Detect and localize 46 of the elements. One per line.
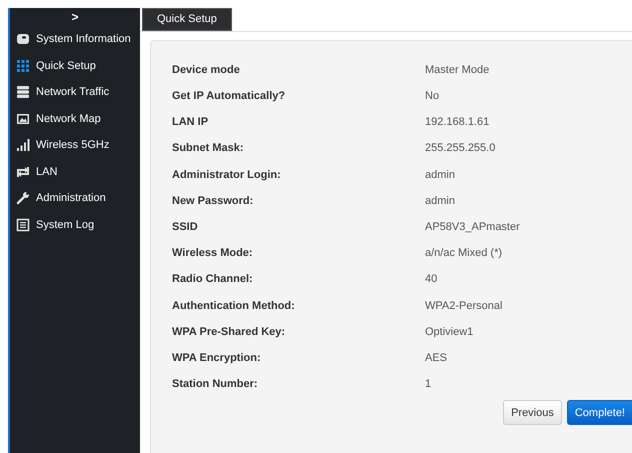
field-value: 255.255.255.0: [425, 141, 496, 156]
sidebar-item[interactable]: Wireless 5GHz: [10, 132, 140, 158]
sidebar-item[interactable]: Network Traffic: [10, 79, 140, 106]
server-icon: [16, 85, 30, 100]
field-label: WPA Encryption:: [172, 350, 262, 366]
sidebar-item[interactable]: Network Map: [10, 106, 140, 132]
sidebar-item[interactable]: Administration: [10, 185, 140, 212]
field-value: admin: [425, 194, 455, 209]
field-value: Optiview1: [425, 324, 474, 340]
previous-button[interactable]: Previous: [503, 400, 562, 426]
field-label: SSID: [172, 220, 199, 235]
field-label: Device mode: [172, 62, 241, 78]
grid-icon: [16, 58, 30, 73]
sidebar-item[interactable]: LAN: [10, 158, 140, 185]
field-label: Wireless Mode:: [172, 246, 254, 262]
field-label: Authentication Method:: [172, 298, 296, 314]
field-label: LAN IP: [172, 115, 210, 130]
field-label: Administrator Login:: [172, 168, 282, 183]
list-icon: [16, 218, 30, 232]
field-value: AP58V3_APmaster: [425, 220, 520, 235]
field-value: WPA2-Personal: [425, 298, 502, 314]
exchange-icon: [16, 164, 30, 179]
field-value: admin: [425, 168, 455, 183]
field-label: New Password:: [172, 194, 254, 209]
wrench-icon: [16, 191, 30, 206]
field-value: 1: [425, 377, 432, 392]
field-value: AES: [425, 350, 448, 366]
field-label: Get IP Automatically?: [172, 89, 286, 104]
sidebar-item[interactable]: Quick Setup: [10, 52, 140, 79]
sidebar-item[interactable]: System Log: [10, 212, 140, 238]
field-label: Radio Channel:: [172, 272, 254, 288]
field-label: WPA Pre-Shared Key:: [172, 324, 286, 340]
field-label: Subnet Mask:: [172, 141, 245, 156]
expand-button[interactable]: >: [10, 8, 140, 26]
field-value: a/n/ac Mixed (*): [425, 246, 502, 262]
field-label: Station Number:: [172, 377, 259, 392]
signal-icon: [16, 138, 30, 152]
image-icon: [16, 112, 30, 126]
sidebar-item[interactable]: System Information: [10, 26, 140, 52]
field-value: No: [425, 89, 440, 104]
field-value: Master Mode: [425, 62, 490, 78]
field-value: 192.168.1.61: [425, 115, 490, 130]
tab[interactable]: Quick Setup: [142, 8, 232, 31]
complete-button[interactable]: Complete!: [566, 400, 632, 426]
field-value: 40: [425, 272, 438, 288]
info-icon: [16, 32, 30, 46]
